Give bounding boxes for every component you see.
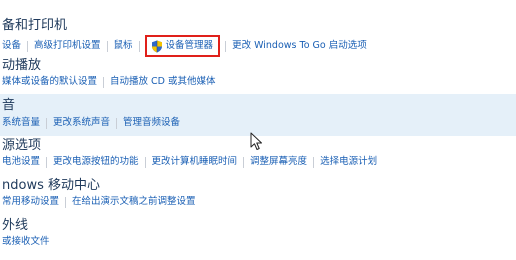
link-separator [46, 156, 48, 168]
link-separator [225, 40, 227, 52]
section-title-mobility-center[interactable]: ndows 移动中心 [2, 178, 100, 194]
link-separator [116, 117, 118, 129]
link-power-button-function[interactable]: 更改电源按钮的功能 [53, 155, 139, 169]
link-separator [144, 156, 146, 168]
link-advanced-printer-setup[interactable]: 高级打印机设置 [34, 39, 101, 53]
link-device-manager[interactable]: 设备管理器 [166, 39, 214, 53]
section-infrared: 外线 或接收文件 [0, 212, 516, 260]
link-add-device[interactable]: 设备 [2, 39, 21, 53]
section-links-sound: 系统音量 更改系统声音 管理音频设备 [2, 116, 180, 130]
device-manager-highlight-box: 设备管理器 [144, 35, 221, 57]
section-links-infrared: 或接收文件 [2, 235, 50, 249]
link-separator [46, 117, 48, 129]
link-screen-brightness[interactable]: 调整屏幕亮度 [250, 155, 307, 169]
section-links-devices-printers: 设备 高级打印机设置 鼠标 设备管理器 更改 Windows To Go 启动选… [2, 35, 367, 57]
link-mouse[interactable]: 鼠标 [114, 39, 133, 53]
link-change-system-sounds[interactable]: 更改系统声音 [53, 116, 110, 130]
link-media-default-settings[interactable]: 媒体或设备的默认设置 [2, 75, 97, 89]
section-title-devices-printers[interactable]: 备和打印机 [2, 18, 67, 34]
link-separator [138, 40, 140, 52]
link-power-plan[interactable]: 选择电源计划 [320, 155, 377, 169]
link-send-receive-files[interactable]: 或接收文件 [2, 235, 50, 249]
link-separator [106, 40, 108, 52]
section-links-mobility-center: 常用移动设置 在给出演示文稿之前调整设置 [2, 195, 196, 209]
link-system-volume[interactable]: 系统音量 [2, 116, 40, 130]
section-autoplay: 动播放 媒体或设备的默认设置 自动播放 CD 或其他媒体 [0, 56, 516, 94]
link-separator [65, 196, 67, 208]
link-separator [103, 76, 105, 88]
link-windows-to-go[interactable]: 更改 Windows To Go 启动选项 [232, 39, 367, 53]
section-title-sound[interactable]: 音 [2, 98, 15, 114]
section-title-power-options[interactable]: 源选项 [2, 138, 41, 154]
link-battery-settings[interactable]: 电池设置 [2, 155, 40, 169]
section-links-power-options: 电池设置 更改电源按钮的功能 更改计算机睡眠时间 调整屏幕亮度 选择电源计划 [2, 155, 377, 169]
link-sleep-time[interactable]: 更改计算机睡眠时间 [152, 155, 238, 169]
link-manage-audio-devices[interactable]: 管理音频设备 [123, 116, 180, 130]
section-sound: 音 系统音量 更改系统声音 管理音频设备 [0, 94, 516, 136]
section-devices-printers: 备和打印机 设备 高级打印机设置 鼠标 设备管理器 更改 Windows To … [0, 0, 516, 57]
link-separator [313, 156, 315, 168]
uac-shield-icon [151, 40, 162, 52]
link-presentation-settings[interactable]: 在给出演示文稿之前调整设置 [72, 195, 196, 209]
link-common-mobility-settings[interactable]: 常用移动设置 [2, 195, 59, 209]
link-separator [243, 156, 245, 168]
section-links-autoplay: 媒体或设备的默认设置 自动播放 CD 或其他媒体 [2, 75, 216, 89]
section-title-autoplay[interactable]: 动播放 [2, 58, 41, 74]
link-separator [27, 40, 29, 52]
section-mobility-center: ndows 移动中心 常用移动设置 在给出演示文稿之前调整设置 [0, 174, 516, 212]
link-autoplay-cd[interactable]: 自动播放 CD 或其他媒体 [110, 75, 216, 89]
section-title-infrared[interactable]: 外线 [2, 218, 28, 234]
mouse-cursor-icon [250, 132, 262, 150]
